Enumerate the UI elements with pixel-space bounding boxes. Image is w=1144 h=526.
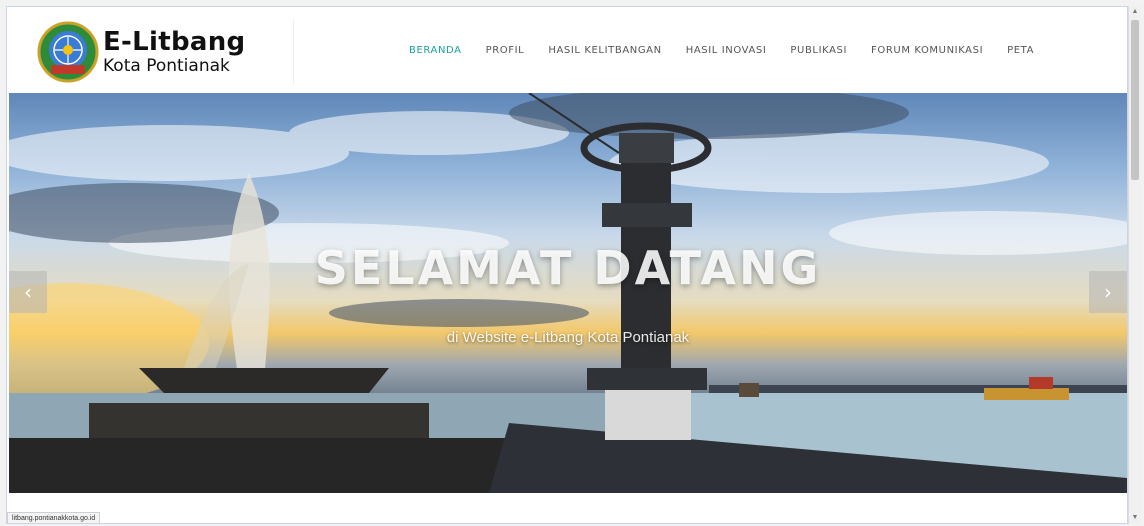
- nav-item-publikasi[interactable]: PUBLIKASI: [790, 45, 847, 56]
- slider-prev-button[interactable]: ‹: [9, 271, 47, 313]
- hero-subtitle: di Website e-Litbang Kota Pontianak: [446, 329, 690, 346]
- nav-item-peta[interactable]: PETA: [1007, 45, 1034, 56]
- main-nav: BERANDA PROFIL HASIL KELITBANGAN HASIL I…: [409, 45, 1034, 56]
- city-emblem-icon: [37, 21, 99, 83]
- status-bar-url: litbang.pontianakkota.go.id: [7, 512, 101, 523]
- browser-viewport: E-Litbang Kota Pontianak BERANDA PROFIL …: [6, 6, 1128, 524]
- logo-title: E-Litbang: [103, 27, 246, 57]
- chevron-left-icon: ‹: [24, 280, 32, 304]
- header-divider: [293, 19, 294, 85]
- page-scrollbar[interactable]: ▲ ▼: [1128, 6, 1141, 524]
- nav-item-hasil-kelitbangan[interactable]: HASIL KELITBANGAN: [548, 45, 661, 56]
- site-logo[interactable]: E-Litbang Kota Pontianak: [37, 21, 245, 83]
- logo-subtitle: Kota Pontianak: [103, 56, 230, 76]
- scroll-down-icon[interactable]: ▼: [1129, 512, 1141, 524]
- hero-slider: SELAMAT DATANG di Website e-Litbang Kota…: [9, 93, 1127, 493]
- nav-item-forum-komunikasi[interactable]: FORUM KOMUNIKASI: [871, 45, 983, 56]
- chevron-right-icon: ›: [1104, 280, 1112, 304]
- nav-item-beranda[interactable]: BERANDA: [409, 45, 462, 56]
- nav-item-profil[interactable]: PROFIL: [486, 45, 525, 56]
- nav-item-hasil-inovasi[interactable]: HASIL INOVASI: [686, 45, 767, 56]
- hero-title: SELAMAT DATANG: [314, 241, 822, 295]
- site-header: E-Litbang Kota Pontianak BERANDA PROFIL …: [7, 7, 1127, 93]
- slider-next-button[interactable]: ›: [1089, 271, 1127, 313]
- scrollbar-thumb[interactable]: [1131, 20, 1139, 180]
- scroll-up-icon[interactable]: ▲: [1129, 6, 1141, 18]
